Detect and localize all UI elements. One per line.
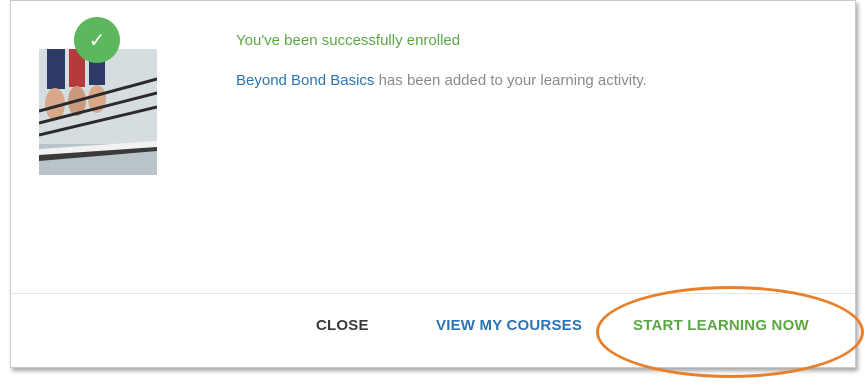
dialog-footer-divider bbox=[11, 293, 855, 294]
enrollment-message-text: has been added to your learning activity… bbox=[374, 72, 647, 89]
course-thumbnail-image bbox=[39, 49, 157, 175]
course-name-link[interactable]: Beyond Bond Basics bbox=[236, 72, 374, 89]
enrollment-message: Beyond Bond Basics has been added to you… bbox=[236, 72, 647, 89]
success-check-icon: ✓ bbox=[74, 17, 120, 63]
view-my-courses-button[interactable]: VIEW MY COURSES bbox=[436, 317, 582, 334]
success-title: You've been successfully enrolled bbox=[236, 32, 461, 49]
enrollment-dialog: ✓ You've been successfully enrolled Beyo… bbox=[10, 0, 856, 368]
close-button[interactable]: CLOSE bbox=[316, 317, 369, 334]
start-learning-now-button[interactable]: START LEARNING NOW bbox=[633, 317, 809, 334]
